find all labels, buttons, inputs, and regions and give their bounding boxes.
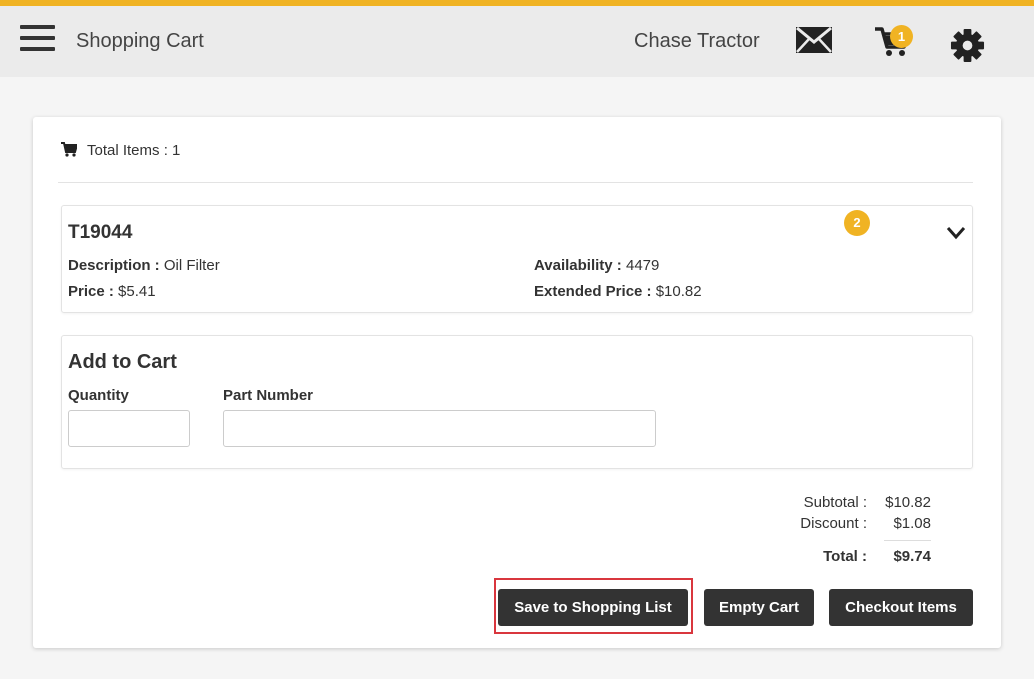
extended-price-value: $10.82 <box>655 283 702 300</box>
page-title: Shopping Cart <box>76 30 204 52</box>
gear-icon[interactable] <box>950 28 985 63</box>
chevron-down-icon[interactable] <box>946 226 966 240</box>
item-availability: Availability : 4479 <box>534 257 659 274</box>
price-value: $5.41 <box>118 283 156 300</box>
description-value: Oil Filter <box>163 257 220 274</box>
empty-cart-button[interactable]: Empty Cart <box>704 589 814 626</box>
mail-icon[interactable] <box>796 27 832 53</box>
description-label: Description : <box>68 257 160 274</box>
cart-small-icon <box>61 142 79 157</box>
availability-value: 4479 <box>625 257 660 274</box>
extended-price-label: Extended Price : <box>534 283 652 300</box>
item-extended-price: Extended Price : $10.82 <box>534 283 702 300</box>
total-value: $9.74 <box>893 548 931 565</box>
cart-count-badge: 1 <box>890 25 913 48</box>
subtotal-value: $10.82 <box>885 494 931 511</box>
app-header: Shopping Cart Chase Tractor 1 <box>0 6 1034 77</box>
item-badge: 2 <box>844 210 870 236</box>
total-items: Total Items : 1 <box>61 142 180 159</box>
quantity-label: Quantity <box>68 387 129 404</box>
user-name[interactable]: Chase Tractor <box>634 30 760 53</box>
totals-divider <box>884 540 931 541</box>
total-label: Total : <box>823 548 867 565</box>
checkout-items-button[interactable]: Checkout Items <box>829 589 973 626</box>
menu-icon[interactable] <box>20 25 55 53</box>
item-description: Description : Oil Filter <box>68 257 220 274</box>
save-to-shopping-list-button[interactable]: Save to Shopping List <box>498 589 688 626</box>
part-number-label: Part Number <box>223 387 314 404</box>
cart-panel: Total Items : 1 T19044 2 Description : O… <box>33 117 1001 648</box>
total-items-text: Total Items : 1 <box>87 142 181 159</box>
quantity-input[interactable] <box>68 410 190 447</box>
divider <box>58 182 973 183</box>
add-to-cart-card: Add to Cart Quantity Part Number <box>61 335 973 469</box>
availability-label: Availability : <box>534 257 622 274</box>
price-label: Price : <box>68 283 114 300</box>
item-part-number: T19044 <box>68 222 133 243</box>
discount-label: Discount : <box>800 515 867 532</box>
item-price: Price : $5.41 <box>68 283 156 300</box>
part-number-input[interactable] <box>223 410 656 447</box>
subtotal-label: Subtotal : <box>803 494 867 511</box>
cart-item: T19044 2 Description : Oil Filter Price … <box>61 205 973 313</box>
discount-value: $1.08 <box>893 515 931 532</box>
add-to-cart-title: Add to Cart <box>68 351 177 373</box>
